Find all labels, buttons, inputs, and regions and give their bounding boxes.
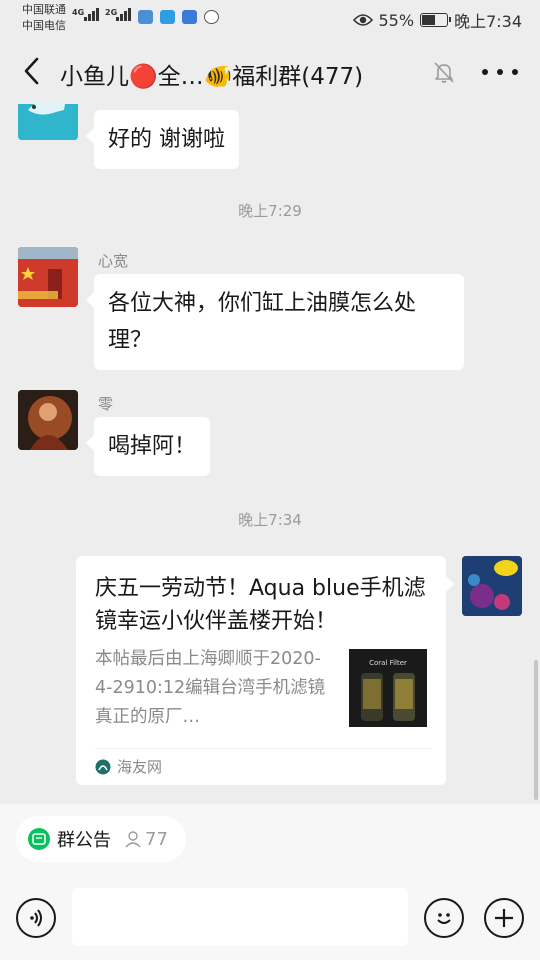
more-icon (482, 69, 488, 75)
battery-percent: 55% (378, 10, 415, 30)
app-notification-icon (182, 10, 197, 24)
message-input[interactable] (72, 888, 408, 946)
app-notification-icon (138, 10, 153, 24)
avatar[interactable] (18, 104, 78, 140)
sender-name: 零 (98, 395, 114, 413)
message-bubble[interactable]: 喝掉阿！ (85, 417, 211, 476)
app-notification-icon (204, 10, 219, 24)
carrier-1: 中国联通 (22, 3, 66, 16)
eye-icon (352, 14, 373, 26)
notice-label: 群公告 (57, 830, 111, 851)
thumb-label: Coral Filter (369, 659, 407, 667)
notice-icon (28, 828, 50, 850)
network-type-1: 4G (72, 8, 85, 17)
source-logo-icon (95, 759, 111, 774)
link-card-thumbnail: Coral Filter (349, 649, 427, 727)
back-button[interactable] (14, 54, 48, 88)
carrier-2: 中国电信 (22, 19, 66, 32)
scrollbar[interactable] (534, 660, 538, 800)
message-list[interactable]: 好的 谢谢啦 晚上7:29 心宽 各位大神，你们缸上油膜怎么处理？ 零 喝掉阿！… (0, 104, 540, 804)
timestamp: 晚上7:34 (238, 511, 302, 529)
link-card[interactable]: 庆五一劳动节！Aqua blue手机滤镜幸运小伙伴盖楼开始！ 本帖最后由上海卿顺… (76, 556, 454, 785)
status-bar: 中国联通 中国电信 4G 2G 55% 晚上7:34 (0, 0, 540, 38)
chat-title: 小鱼儿🔴全…🐠福利群(477) (60, 64, 364, 90)
emoji-icon (437, 913, 451, 924)
divider (95, 748, 431, 749)
chat-header: 小鱼儿🔴全…🐠福利群(477) (0, 38, 540, 104)
message-bubble[interactable]: 各位大神，你们缸上油膜怎么处理？ (86, 274, 464, 370)
plus-icon (495, 909, 513, 927)
avatar[interactable] (18, 390, 78, 450)
more-button[interactable] (482, 58, 518, 86)
link-card-description: 本帖最后由上海卿顺于2020-4-2910:12编辑台湾手机滤镜真正的原厂… (95, 649, 326, 727)
notice-read-count: 77 (124, 829, 168, 850)
battery-icon (420, 13, 452, 27)
avatar[interactable] (18, 247, 78, 307)
voice-icon (30, 909, 42, 927)
link-card-title: 庆五一劳动节！Aqua blue手机滤镜幸运小伙伴盖楼开始！ (95, 576, 426, 634)
input-bar (0, 874, 540, 960)
voice-button[interactable] (16, 898, 56, 938)
timestamp: 晚上7:29 (238, 202, 302, 220)
link-card-source-name: 海友网 (117, 758, 163, 776)
person-icon (125, 831, 141, 848)
mute-bell-icon (434, 62, 454, 83)
announcement-bar: 群公告 77 (0, 804, 540, 874)
emoji-button[interactable] (424, 898, 464, 938)
link-card-source: 海友网 (95, 756, 162, 777)
app-notification-icon (160, 10, 175, 24)
signal-icon-2 (116, 8, 131, 21)
sender-name: 心宽 (98, 252, 129, 270)
my-avatar[interactable] (462, 556, 522, 616)
status-time: 晚上7:34 (454, 12, 522, 31)
signal-icon (84, 8, 99, 21)
back-icon (24, 57, 39, 85)
group-notice-button[interactable]: 群公告 77 (16, 816, 186, 862)
plus-button[interactable] (484, 898, 524, 938)
message-bubble[interactable]: 好的 谢谢啦 (86, 110, 239, 169)
notice-count: 77 (145, 828, 168, 850)
